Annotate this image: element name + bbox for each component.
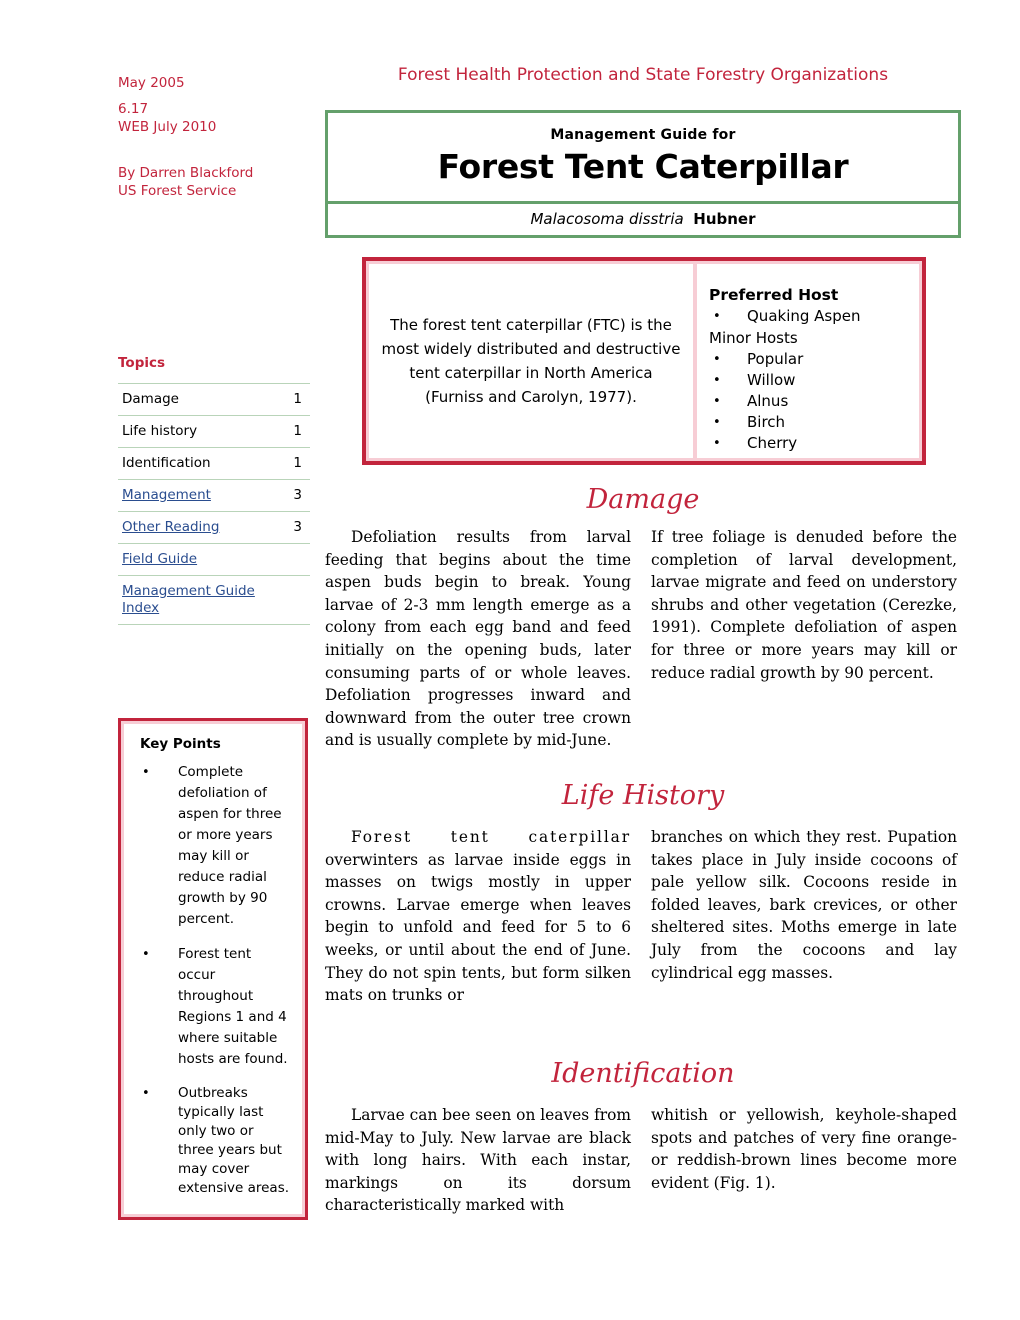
bullet-icon: • xyxy=(142,947,150,962)
document-meta-block: May 2005 6.17 WEB July 2010 By Darren Bl… xyxy=(118,74,318,200)
meta-agency: US Forest Service xyxy=(118,183,237,199)
topic-label-life-history: Life history xyxy=(122,423,198,439)
topics-heading: Topics xyxy=(118,355,166,371)
preferred-host-list: • Quaking Aspen xyxy=(709,306,913,327)
section-damage: Damage Defoliation results from larval f… xyxy=(325,484,961,752)
minor-host-list: • Popular • Willow • Alnus • Birch • Che… xyxy=(709,349,913,454)
host-name: Alnus xyxy=(747,392,789,410)
list-item: • Birch xyxy=(709,412,913,433)
topic-link-field-guide[interactable]: Field Guide xyxy=(122,551,197,567)
topic-link-management-guide-index[interactable]: Management Guide Index xyxy=(122,583,255,616)
section-heading-life-history: Life History xyxy=(561,780,725,811)
table-row[interactable]: Field Guide xyxy=(118,543,310,576)
bullet-icon: • xyxy=(713,309,721,324)
topic-page-field-guide xyxy=(272,543,310,576)
table-row: Damage 1 xyxy=(118,383,310,416)
topic-page-management-guide-index xyxy=(272,575,310,625)
organization-line: Forest Health Protection and State Fores… xyxy=(397,65,889,85)
topic-link-management[interactable]: Management xyxy=(122,487,211,503)
key-points-list: • Complete defoliation of aspen for thre… xyxy=(134,762,292,1198)
topic-page-life-history: 1 xyxy=(272,415,310,448)
identification-paragraph-2: whitish or yellowish, keyhole-shaped spo… xyxy=(651,1106,957,1192)
damage-paragraph-1: Defoliation results from larval feeding … xyxy=(325,528,631,750)
life-history-paragraph-1: Forest tent caterpillar overwinters as l… xyxy=(325,826,631,1007)
life-history-paragraph-2: branches on which they rest. Pupation ta… xyxy=(651,828,957,982)
column-right: whitish or yellowish, keyhole-shaped spo… xyxy=(651,1104,957,1217)
title-box: Management Guide for Forest Tent Caterpi… xyxy=(325,110,961,206)
topic-page-management: 3 xyxy=(272,479,310,512)
key-points-heading: Key Points xyxy=(140,736,221,752)
meta-author: By Darren Blackford xyxy=(118,165,254,181)
list-item: • Outbreaks typically last only two or t… xyxy=(134,1084,292,1198)
section-heading-damage: Damage xyxy=(586,484,700,515)
host-name: Birch xyxy=(747,413,786,431)
summary-text: The forest tent caterpillar (FTC) is the… xyxy=(381,316,681,406)
column-left: Defoliation results from larval feeding … xyxy=(325,526,631,752)
damage-paragraph-2: If tree foliage is denuded before the co… xyxy=(651,528,957,682)
meta-date: May 2005 xyxy=(118,75,185,91)
summary-cell: The forest tent caterpillar (FTC) is the… xyxy=(369,264,693,458)
topic-page-damage: 1 xyxy=(272,383,310,416)
table-row[interactable]: Other Reading 3 xyxy=(118,511,310,544)
host-cell: Preferred Host • Quaking Aspen Minor Hos… xyxy=(697,264,919,458)
host-name: Cherry xyxy=(747,434,798,452)
bullet-icon: • xyxy=(713,373,721,388)
bullet-icon: • xyxy=(142,1086,150,1101)
key-point-text: Forest tent occur throughout Regions 1 a… xyxy=(178,946,288,1067)
life-history-lead: Forest tent caterpillar xyxy=(351,828,631,846)
topic-label-identification: Identification xyxy=(122,455,211,471)
identification-paragraph-1: Larvae can bee seen on leaves from mid-M… xyxy=(325,1106,631,1215)
bullet-icon: • xyxy=(142,765,150,780)
host-name: Quaking Aspen xyxy=(747,307,861,325)
topic-page-identification: 1 xyxy=(272,447,310,480)
bullet-icon: • xyxy=(713,415,721,430)
list-item: • Cherry xyxy=(709,433,913,454)
table-row[interactable]: Management 3 xyxy=(118,479,310,512)
scientific-name: Malacosoma disstria xyxy=(530,210,684,228)
list-item: • Forest tent occur throughout Regions 1… xyxy=(134,944,292,1070)
summary-host-box: The forest tent caterpillar (FTC) is the… xyxy=(362,257,926,465)
key-point-text: Outbreaks typically last only two or thr… xyxy=(178,1085,290,1196)
life-history-rest: overwinters as larvae inside eggs in mas… xyxy=(325,850,631,1005)
list-item: • Complete defoliation of aspen for thre… xyxy=(134,762,292,930)
key-points-box: Key Points • Complete defoliation of asp… xyxy=(118,718,308,1220)
topic-link-other-reading[interactable]: Other Reading xyxy=(122,519,219,535)
scientific-name-box: Malacosoma disstria Hubner xyxy=(325,201,961,238)
topic-page-other-reading: 3 xyxy=(272,511,310,544)
meta-web-date: WEB July 2010 xyxy=(118,119,217,135)
preferred-host-heading: Preferred Host xyxy=(709,286,839,304)
topic-label-damage: Damage xyxy=(122,391,179,407)
topics-table: Damage 1 Life history 1 Identification 1… xyxy=(118,383,310,625)
scientific-authority: Hubner xyxy=(693,210,756,228)
list-item: • Popular xyxy=(709,349,913,370)
section-identification: Identification Larvae can bee seen on le… xyxy=(325,1058,961,1217)
table-row: Life history 1 xyxy=(118,415,310,448)
host-name: Willow xyxy=(747,371,796,389)
meta-doc-number: 6.17 xyxy=(118,101,149,117)
topics-sidebar: Topics Damage 1 Life history 1 Identific… xyxy=(118,355,310,625)
column-right: branches on which they rest. Pupation ta… xyxy=(651,826,957,1007)
list-item: • Alnus xyxy=(709,391,913,412)
section-life-history: Life History Forest tent caterpillar ove… xyxy=(325,780,961,1007)
title-kicker: Management Guide for xyxy=(550,127,736,143)
table-row: Identification 1 xyxy=(118,447,310,480)
page-title: Forest Tent Caterpillar xyxy=(437,147,849,186)
column-left: Forest tent caterpillar overwinters as l… xyxy=(325,826,631,1007)
column-right: If tree foliage is denuded before the co… xyxy=(651,526,957,752)
host-name: Popular xyxy=(747,350,804,368)
bullet-icon: • xyxy=(713,352,721,367)
section-heading-identification: Identification xyxy=(551,1058,735,1089)
list-item: • Willow xyxy=(709,370,913,391)
key-point-text: Complete defoliation of aspen for three … xyxy=(178,764,282,927)
table-row[interactable]: Management Guide Index xyxy=(118,575,310,625)
column-left: Larvae can bee seen on leaves from mid-M… xyxy=(325,1104,631,1217)
bullet-icon: • xyxy=(713,436,721,451)
list-item: • Quaking Aspen xyxy=(709,306,913,327)
minor-hosts-heading: Minor Hosts xyxy=(709,329,798,347)
bullet-icon: • xyxy=(713,394,721,409)
